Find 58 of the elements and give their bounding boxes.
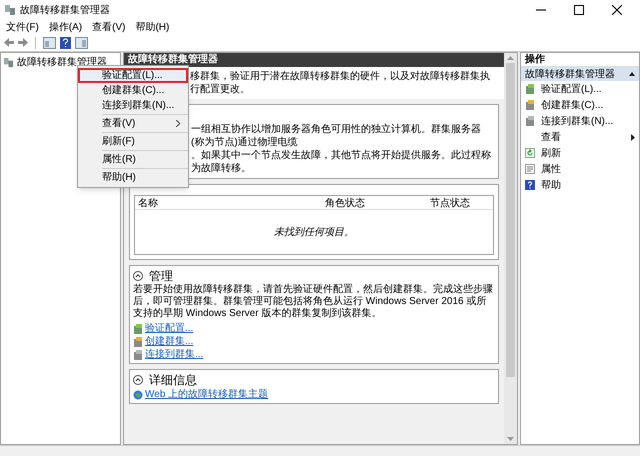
server-icon (133, 324, 143, 334)
help-icon[interactable] (60, 36, 71, 48)
menu-item[interactable]: 连接到群集(N)... (78, 98, 188, 113)
action-link[interactable]: 验证配置(L)... (541, 82, 602, 96)
menu-item[interactable]: 刷新(F) (78, 134, 188, 149)
server-icon (525, 100, 535, 110)
maximize-icon[interactable] (574, 5, 584, 15)
menu-item[interactable]: 查看(V) (92, 20, 126, 34)
description-text: 若要开始使用故障转移群集，请首先验证硬件配置，然后创建群集。完成这些步骤后，即可管理群集。群集管理可能包括将角色从运行 Windows Server 2016 或所支持的早期 Windows Server 版本的群集复制到该群集。 (133, 284, 494, 320)
description-text: 一组相互协作以增加服务器角色可用性的独立计算机。群集服务器(称为节点)通过物理电缆 (191, 123, 482, 149)
refresh-icon (525, 148, 535, 158)
cluster-icon (4, 4, 16, 16)
menu-item[interactable]: 帮助(H) (135, 20, 170, 34)
window-title: 故障转移群集管理器 (20, 4, 110, 18)
section-title: 详细信息 (149, 372, 197, 388)
menu-item[interactable]: 帮助(H) (78, 170, 188, 185)
action-link[interactable]: 连接到群集(N)... (541, 114, 614, 128)
action-link[interactable]: 属性 (541, 162, 561, 176)
properties-icon (525, 164, 535, 174)
menu-item[interactable]: 查看(V) (78, 116, 188, 131)
column-header[interactable]: 角色状态 (325, 196, 430, 211)
collapse-icon[interactable] (133, 271, 143, 281)
menu-item[interactable]: 验证配置(L)... (78, 68, 188, 83)
menu-item[interactable]: 创建群集(C)... (78, 83, 188, 98)
pane-header: 故障转移群集管理器 (124, 53, 504, 67)
empty-message: 未找到任何项目。 (274, 226, 354, 240)
close-icon[interactable] (612, 5, 622, 15)
menu-item[interactable]: 操作(A) (48, 20, 82, 34)
link[interactable]: 连接到群集... (145, 347, 204, 362)
action-link[interactable]: 帮助 (541, 178, 561, 192)
menu-item[interactable]: 文件(F) (6, 20, 39, 34)
globe-icon (133, 390, 143, 400)
link[interactable]: Web 上的故障转移群集主题 (145, 387, 268, 402)
menu-item[interactable]: 属性(R) (78, 152, 188, 167)
action-group-header[interactable]: 故障转移群集管理器 (521, 67, 639, 81)
description-text: 移群集，验证用于潜在故障转移群集的硬件，以及对故障转移群集执行配置更改。 (190, 70, 491, 96)
column-header[interactable]: 节点状态 (430, 196, 490, 211)
collapse-icon[interactable] (133, 375, 143, 385)
pane-icon[interactable] (75, 36, 88, 48)
action-link[interactable]: 创建群集(C)... (541, 98, 604, 112)
action-link[interactable]: 查看 (541, 130, 561, 144)
server-icon (133, 350, 143, 360)
server-icon (525, 84, 535, 94)
column-header[interactable]: 名称 (138, 196, 325, 211)
collapse-icon[interactable] (629, 72, 635, 76)
forward-arrow-icon[interactable] (18, 38, 28, 47)
cluster-icon (3, 57, 14, 68)
link[interactable]: 创建群集... (145, 334, 194, 349)
description-text: 。如果其中一个节点发生故障，其他节点将开始提供服务。此过程称为故障转移。 (191, 149, 492, 175)
server-icon (525, 116, 535, 126)
server-icon (133, 336, 143, 346)
help-icon (525, 180, 535, 190)
scrollbar-thumb[interactable] (506, 63, 515, 377)
link[interactable]: 验证配置... (145, 321, 194, 336)
back-arrow-icon[interactable] (4, 38, 14, 47)
action-link[interactable]: 刷新 (541, 146, 561, 160)
section-title: 管理 (149, 268, 173, 284)
console-tree-icon[interactable] (43, 36, 56, 48)
